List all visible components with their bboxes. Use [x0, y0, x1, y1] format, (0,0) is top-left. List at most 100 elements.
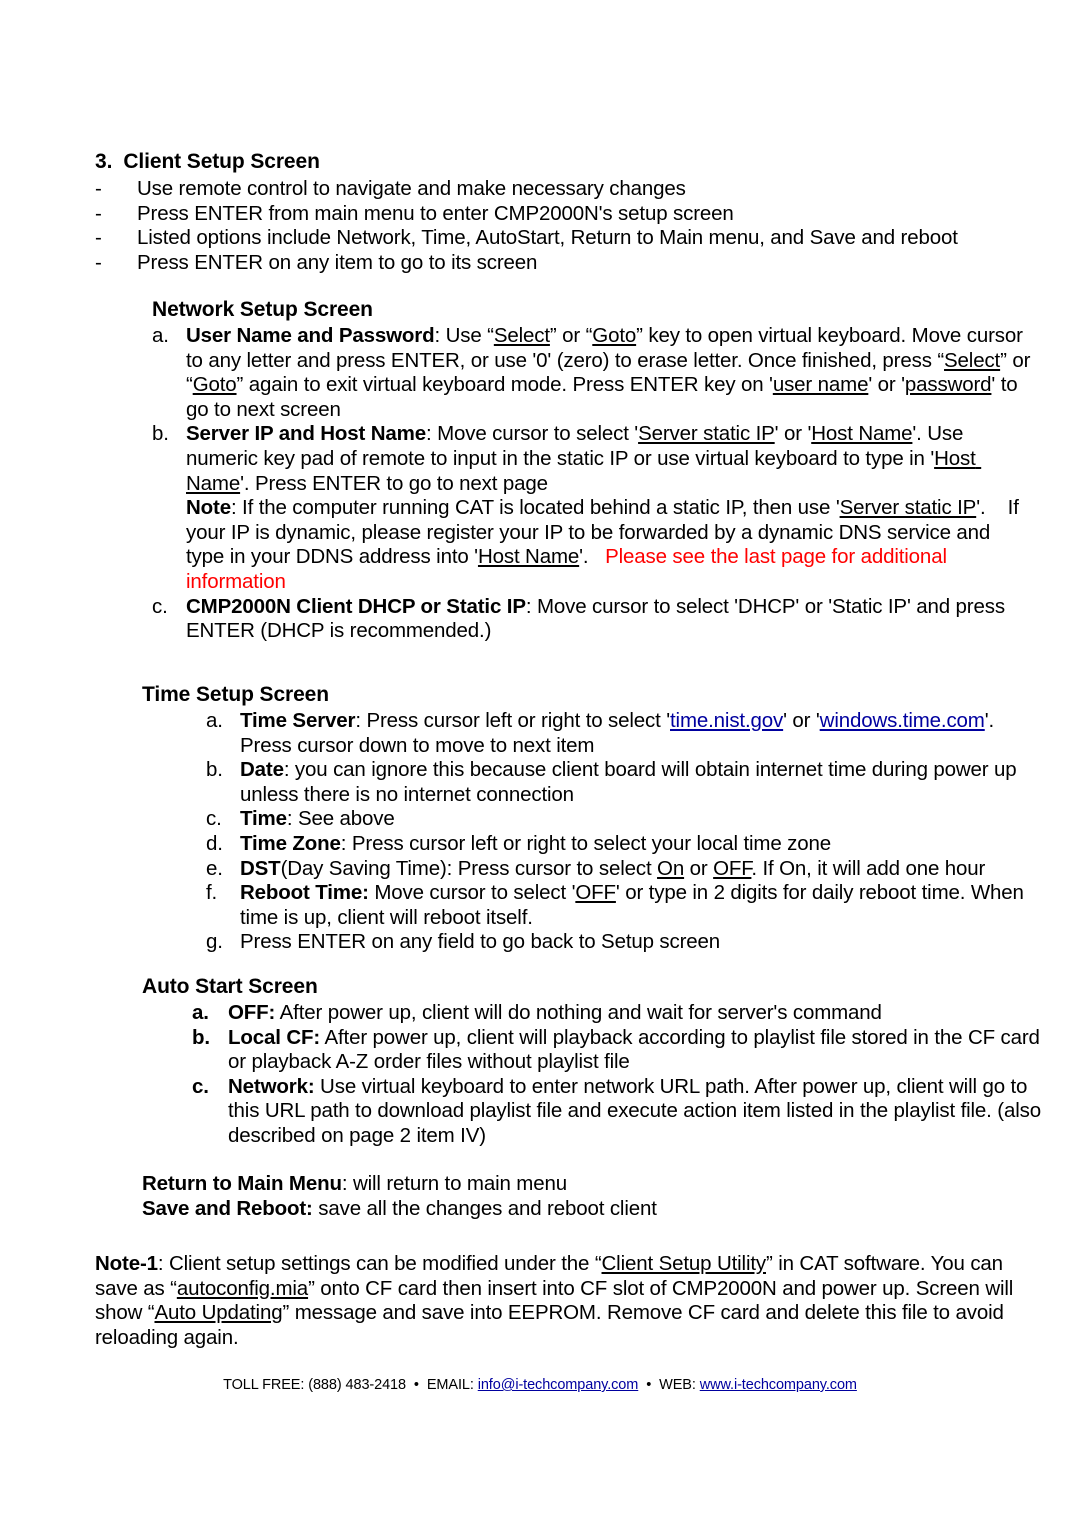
- text-run: : Move cursor to select 'DHCP' or 'Stati…: [525, 594, 1005, 618]
- underlined-term: OFF: [575, 881, 616, 905]
- text-run: ” again to exit virtual keyboard mode. P…: [236, 373, 773, 397]
- list-item-text: Time Server: Press cursor left or right …: [240, 709, 1042, 758]
- bullet-marker-icon: -: [95, 226, 102, 250]
- underlined-term: Client Setup Utility: [601, 1252, 767, 1275]
- text-run: (Day Saving Time): Press cursor to selec…: [280, 856, 658, 880]
- bullet-marker-icon: -: [95, 250, 102, 274]
- list-item-text: Press ENTER on any field to go back to S…: [240, 930, 1042, 955]
- bold-term: User Name and Password: [186, 324, 435, 347]
- menu-action-line: Return to Main Menu: will return to main…: [142, 1172, 1042, 1197]
- time-setup-item: a. Time Server: Press cursor left or righ…: [206, 709, 1042, 758]
- underlined-term: user name: [772, 373, 869, 397]
- text-run: '. Press ENTER to go to next page: [240, 471, 548, 495]
- document-page: 3. Client Setup Screen - Use remote contro…: [0, 0, 1080, 1527]
- underlined-term: Goto: [192, 373, 237, 397]
- return-save-block: Return to Main Menu: will return to main…: [142, 1172, 1042, 1221]
- hyperlink[interactable]: info@i-techcompany.com: [478, 1377, 639, 1393]
- auto-start-item: b. Local CF: After power up, client will …: [192, 1026, 1042, 1075]
- bold-term: DST: [240, 856, 281, 880]
- time-setup-heading: Time Setup Screen: [142, 683, 329, 706]
- list-marker: c.: [206, 807, 222, 831]
- bullet-separator-icon: •: [642, 1377, 656, 1393]
- page-footer: TOLL FREE: (888) 483-2418 • EMAIL: info@…: [0, 1376, 1080, 1394]
- text-run: WEB:: [659, 1377, 700, 1393]
- text-run: or: [684, 856, 714, 880]
- menu-action-line: Save and Reboot: save all the changes an…: [142, 1197, 1042, 1222]
- time-setup-block: Time Setup Screen a. Time Server: Press c…: [142, 683, 1042, 955]
- text-run: EMAIL:: [426, 1377, 478, 1393]
- network-setup-item: a. User Name and Password: Use “Select” o…: [152, 324, 1032, 422]
- list-item-text: Local CF: After power up, client will pl…: [228, 1026, 1042, 1075]
- bold-term: Date: [240, 758, 284, 782]
- underlined-term: Server static IP: [638, 422, 775, 446]
- time-setup-item: e. DST(Day Saving Time): Press cursor to …: [206, 857, 1042, 882]
- list-marker: a.: [206, 709, 223, 732]
- auto-start-heading: Auto Start Screen: [142, 975, 318, 998]
- intro-bullet-item: - Use remote control to navigate and make…: [95, 177, 1045, 202]
- intro-bullet-text: Press ENTER on any item to go to its scr…: [137, 250, 538, 274]
- bold-term: Time Zone: [240, 831, 341, 855]
- hyperlink[interactable]: windows.time.com: [820, 709, 985, 732]
- list-item-text: Time: See above: [240, 807, 1042, 832]
- section-number: 3.: [95, 150, 113, 173]
- bold-term: Note: [186, 496, 231, 520]
- text-run: : Press cursor left or right to select y…: [340, 831, 831, 855]
- text-run: : See above: [286, 807, 395, 831]
- bullet-marker-icon: -: [95, 201, 102, 225]
- bold-term: Return to Main Menu: [142, 1172, 342, 1195]
- auto-start-item: c. Network: Use virtual keyboard to enter…: [192, 1075, 1042, 1149]
- list-item-text: CMP2000N Client DHCP or Static IP: Move …: [186, 595, 1032, 644]
- time-setup-item: b. Date: you can ignore this because clie…: [206, 758, 1042, 807]
- list-item-text: Reboot Time: Move cursor to select 'OFF'…: [240, 881, 1042, 930]
- hyperlink[interactable]: www.i-techcompany.com: [700, 1377, 857, 1393]
- underlined-term: Select: [944, 348, 1001, 372]
- underlined-term: Server static IP: [839, 496, 977, 520]
- underlined-term: Host Name: [477, 545, 580, 569]
- note-1-paragraph: Note-1: Client setup settings can be mod…: [95, 1252, 1040, 1350]
- bold-term: OFF:: [228, 1001, 276, 1024]
- bold-term: CMP2000N Client DHCP or Static IP: [186, 594, 526, 618]
- text-run: Use virtual keyboard to enter network UR…: [228, 1074, 1047, 1147]
- page-title: 3. Client Setup Screen: [95, 150, 320, 174]
- text-run: : Use “: [434, 324, 494, 347]
- intro-bullet-text: Listed options include Network, Time, Au…: [137, 226, 958, 250]
- bullet-separator-icon: •: [410, 1377, 423, 1393]
- intro-bullet-list: - Use remote control to navigate and make…: [95, 177, 1045, 275]
- hyperlink[interactable]: time.nist.gov: [670, 709, 783, 732]
- bold-term: Reboot Time:: [240, 881, 369, 905]
- time-setup-item: f. Reboot Time: Move cursor to select 'OF…: [206, 881, 1042, 930]
- auto-start-block: Auto Start Screen a. OFF: After power up,…: [142, 975, 1042, 1149]
- list-item-text: Time Zone: Press cursor left or right to…: [240, 832, 1042, 857]
- text-run: '.: [579, 545, 606, 569]
- list-item-text: Server IP and Host Name: Move cursor to …: [186, 422, 1032, 594]
- list-marker: c.: [152, 594, 168, 618]
- list-marker: a.: [192, 1001, 209, 1024]
- bold-term: Server IP and Host Name: [186, 422, 426, 446]
- list-marker: b.: [192, 1025, 210, 1049]
- list-item-text: Network: Use virtual keyboard to enter n…: [228, 1075, 1042, 1149]
- text-run: : Move cursor to select ': [426, 422, 639, 446]
- underlined-term: Goto: [592, 324, 637, 347]
- underlined-term: autoconfig.mia: [176, 1276, 309, 1300]
- intro-bullet-item: - Listed options include Network, Time, A…: [95, 226, 1045, 251]
- underlined-term: OFF: [713, 856, 752, 880]
- list-marker: b.: [152, 422, 169, 446]
- list-item-text: User Name and Password: Use “Select” or …: [186, 324, 1032, 422]
- time-setup-list: a. Time Server: Press cursor left or righ…: [206, 709, 1042, 955]
- list-marker: f.: [206, 881, 218, 905]
- bold-term: Time: [240, 807, 287, 831]
- underlined-term: password: [904, 373, 992, 397]
- network-setup-item: b. Server IP and Host Name: Move cursor t…: [152, 422, 1032, 594]
- bold-term: Time Server: [240, 709, 356, 732]
- time-setup-item: d. Time Zone: Press cursor left or right …: [206, 832, 1042, 857]
- intro-bullet-item: - Press ENTER from main menu to enter CMP…: [95, 202, 1045, 227]
- text-run: . If On, it will add one hour: [751, 856, 986, 880]
- list-marker: c.: [192, 1074, 209, 1098]
- text-run: : Client setup settings can be modified …: [157, 1252, 602, 1275]
- network-setup-block: Network Setup Screen a. User Name and Pas…: [152, 298, 1032, 644]
- text-run: ' or ': [868, 373, 905, 397]
- list-marker: b.: [206, 758, 223, 782]
- text-run: After power up, client will do nothing a…: [275, 1001, 882, 1024]
- section-title-text: Client Setup Screen: [123, 150, 320, 173]
- text-run: : will return to main menu: [341, 1172, 567, 1195]
